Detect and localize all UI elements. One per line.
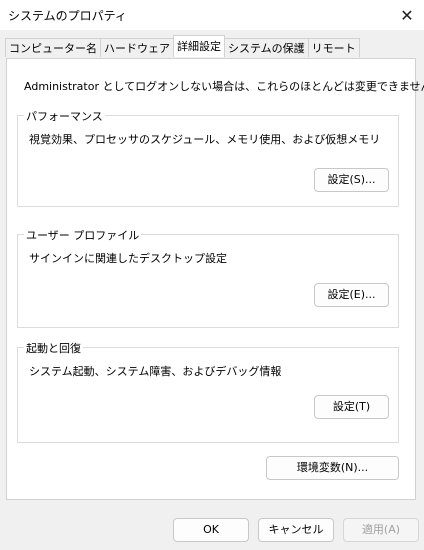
user-profile-group: ユーザー プロファイル サインインに関連したデスクトップ設定 設定(E)... (17, 227, 399, 328)
tab-hardware[interactable]: ハードウェア (100, 38, 174, 57)
tab-remote[interactable]: リモート (307, 38, 360, 57)
startup-description: システム起動、システム障害、およびデバッグ情報 (29, 365, 282, 378)
tab-computer-name[interactable]: コンピューター名 (5, 38, 101, 57)
advanced-tab-panel: Administrator としてログオンしない場合は、これらのほとんどは変更で… (6, 58, 424, 500)
cancel-button[interactable]: キャンセル (258, 518, 334, 542)
startup-title: 起動と回復 (24, 340, 83, 356)
admin-notice: Administrator としてログオンしない場合は、これらのほとんどは変更で… (24, 80, 424, 93)
close-button[interactable]: ✕ (390, 0, 424, 30)
performance-description: 視覚効果、プロセッサのスケジュール、メモリ使用、および仮想メモリ (29, 133, 381, 146)
performance-group: パフォーマンス 視覚効果、プロセッサのスケジュール、メモリ使用、および仮想メモリ… (17, 108, 399, 207)
user-profile-title: ユーザー プロファイル (24, 227, 142, 243)
performance-settings-button[interactable]: 設定(S)... (314, 168, 389, 192)
tab-system-protection[interactable]: システムの保護 (224, 38, 309, 57)
close-icon: ✕ (400, 5, 414, 25)
window-title: システムのプロパティ (8, 9, 127, 23)
tab-advanced[interactable]: 詳細設定 (173, 35, 225, 57)
startup-settings-button[interactable]: 設定(T) (314, 395, 389, 419)
apply-button[interactable]: 適用(A) (343, 518, 419, 542)
user-profile-settings-button[interactable]: 設定(E)... (314, 283, 389, 307)
user-profile-description: サインインに関連したデスクトップ設定 (29, 252, 227, 265)
environment-variables-button[interactable]: 環境変数(N)... (266, 456, 399, 480)
tab-strip: コンピューター名 ハードウェア 詳細設定 システムの保護 リモート (5, 35, 360, 58)
performance-title: パフォーマンス (24, 108, 105, 124)
startup-recovery-group: 起動と回復 システム起動、システム障害、およびデバッグ情報 設定(T) (17, 340, 399, 443)
ok-button[interactable]: OK (173, 518, 249, 542)
system-properties-window: システムのプロパティ ✕ コンピューター名 ハードウェア 詳細設定 システムの保… (0, 0, 424, 550)
title-bar: システムのプロパティ ✕ (0, 0, 424, 30)
